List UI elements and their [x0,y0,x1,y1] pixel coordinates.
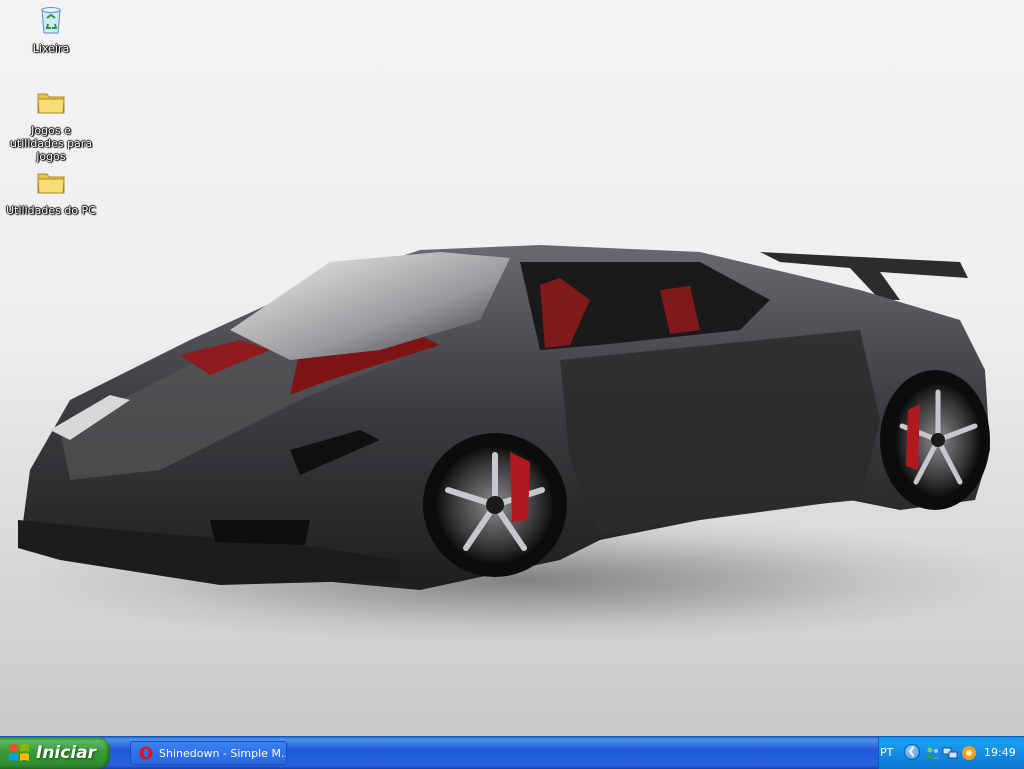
start-button-label: Iniciar [36,743,97,763]
folder-icon [37,93,65,114]
tray-clock[interactable]: 19:49 [984,746,1016,759]
taskbar-item-opera[interactable]: Shinedown - Simple M... [130,741,287,765]
desktop-icon-recycle-bin[interactable]: Lixeira [3,4,99,55]
start-button[interactable]: Iniciar [0,737,110,769]
wallpaper-car-image [18,245,990,590]
desktop-icon-label: Lixeira [32,42,70,55]
network-users-icon[interactable] [925,745,941,761]
browser-tray-icon[interactable] [961,745,977,761]
desktop[interactable]: Lixeira Jogos e utilidades para jogos Ut… [0,0,1024,736]
desktop-icon-label: Jogos e utilidades para jogos [9,124,93,163]
recycle-bin-icon [41,7,61,34]
windows-logo-icon [9,744,29,761]
taskbar-item-label: Shinedown - Simple M... [159,746,286,760]
desktop-icon-games-folder[interactable]: Jogos e utilidades para jogos [3,86,99,163]
taskbar: Iniciar Shinedown - Simple M... PT ❮ 19:… [0,736,1024,769]
opera-browser-icon [139,746,153,760]
folder-icon [37,173,65,194]
language-indicator[interactable]: PT [880,746,893,759]
network-connection-icon[interactable] [942,745,958,761]
tray-expand-icon[interactable]: ❮ [904,744,920,760]
desktop-icon-pc-utilities-folder[interactable]: Utilidades do PC [3,166,99,217]
desktop-icon-label: Utilidades do PC [6,204,96,217]
